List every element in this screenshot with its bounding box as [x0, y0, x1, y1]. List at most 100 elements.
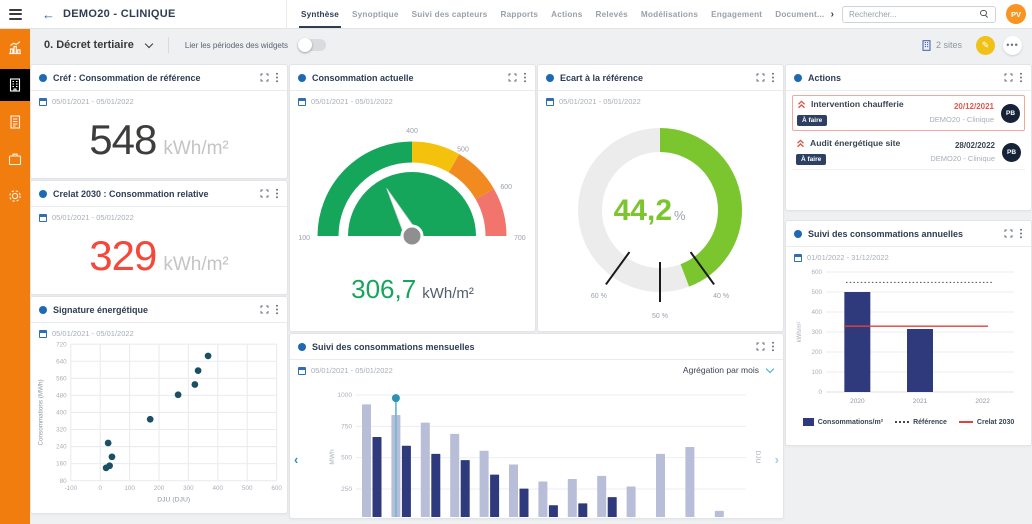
metric-unit: kWh/m² — [163, 138, 228, 160]
svg-text:1000: 1000 — [338, 392, 353, 399]
svg-text:480: 480 — [56, 392, 67, 399]
priority-high-icon — [797, 100, 806, 109]
link-widgets-toggle[interactable] — [298, 39, 326, 51]
search-icon[interactable] — [980, 10, 989, 19]
more-options-button[interactable]: ••• — [1003, 36, 1022, 55]
tab-suivi-des-capteurs[interactable]: Suivi des capteurs — [412, 0, 488, 28]
assignee-avatar[interactable]: PB — [1001, 104, 1020, 123]
metric-value: 548 kWh/m² — [31, 116, 287, 164]
kebab-menu-icon[interactable] — [275, 72, 279, 83]
annual-chart-legend: Consommations/m²RéférenceCrelat 2030 — [786, 418, 1031, 426]
widget-dot-icon — [39, 74, 47, 82]
building-icon — [7, 77, 23, 93]
briefcase-icon — [7, 151, 23, 167]
sidebar-item-settings[interactable] — [0, 180, 30, 212]
legend-swatch-icon — [959, 421, 973, 423]
expand-icon[interactable] — [260, 189, 269, 198]
tab-engagement[interactable]: Engagement — [711, 0, 762, 28]
svg-text:320: 320 — [56, 427, 67, 434]
svg-text:kWh/m²: kWh/m² — [797, 322, 803, 343]
next-period-arrow[interactable]: › — [775, 452, 779, 467]
svg-text:500: 500 — [457, 147, 469, 154]
calendar-icon — [298, 367, 306, 375]
dashboard-selector[interactable]: 0. Décret tertiaire — [44, 39, 134, 51]
building-small-icon — [922, 40, 931, 51]
date-range-picker[interactable]: 05/01/2021 - 05/01/2022 — [31, 207, 287, 224]
card-title: Crelat 2030 : Consommation relative — [53, 189, 254, 199]
svg-text:240: 240 — [56, 444, 67, 451]
kebab-menu-icon[interactable] — [1019, 72, 1023, 83]
expand-icon[interactable] — [508, 73, 517, 82]
expand-icon[interactable] — [1004, 73, 1013, 82]
expand-icon[interactable] — [756, 73, 765, 82]
expand-icon[interactable] — [260, 305, 269, 314]
tab-relev-s[interactable]: Relevés — [596, 0, 628, 28]
gauge-number: 306,7 — [351, 274, 416, 305]
tab-synoptique[interactable]: Synoptique — [352, 0, 399, 28]
tab-document-[interactable]: Document... — [775, 0, 824, 28]
search-input[interactable]: Rechercher... — [842, 6, 996, 23]
card-cref: Créf : Consommation de référence 05/01/2… — [30, 64, 288, 179]
sidebar-item-analytics[interactable] — [0, 32, 30, 64]
chevron-down-icon[interactable] — [145, 40, 153, 48]
expand-icon[interactable] — [1004, 229, 1013, 238]
svg-text:0: 0 — [818, 389, 822, 396]
legend-item: Consommations/m² — [803, 418, 883, 426]
kebab-menu-icon[interactable] — [771, 341, 775, 352]
date-range-picker[interactable]: 05/01/2021 - 05/01/2022 — [538, 91, 783, 108]
expand-icon[interactable] — [756, 342, 765, 351]
svg-text:700: 700 — [514, 235, 526, 242]
user-avatar[interactable]: PV — [1006, 4, 1026, 24]
kebab-menu-icon[interactable] — [275, 304, 279, 315]
widget-dot-icon — [546, 74, 554, 82]
card-ecart-reference: Ecart à la référence 05/01/2021 - 05/01/… — [537, 64, 784, 332]
sidebar-item-sites[interactable] — [0, 69, 30, 101]
legend-item: Crelat 2030 — [959, 419, 1014, 426]
kebab-menu-icon[interactable] — [523, 72, 527, 83]
sidebar-item-reports[interactable] — [0, 106, 30, 138]
svg-text:750: 750 — [341, 423, 352, 430]
action-site: DEMO20 - Clinique — [930, 154, 995, 163]
tab-rapports[interactable]: Rapports — [501, 0, 539, 28]
tabs-overflow-chevron-icon[interactable]: › — [831, 9, 834, 20]
date-range-picker[interactable]: 05/01/2021 - 05/01/2022 — [290, 91, 535, 108]
signature-scatter-chart: -100010020030040050060080160240320400480… — [32, 340, 286, 508]
svg-text:Consommations (MWh): Consommations (MWh) — [37, 379, 44, 445]
svg-text:DJU: DJU — [754, 451, 761, 464]
action-item[interactable]: Intervention chaufferieÀ faire20/12/2021… — [792, 95, 1025, 131]
svg-text:50 %: 50 % — [652, 313, 668, 320]
action-due-date: 28/02/2022 — [930, 141, 995, 150]
sidebar-item-projects[interactable] — [0, 143, 30, 175]
svg-text:500: 500 — [242, 485, 253, 492]
date-range-picker[interactable]: 05/01/2021 - 05/01/2022 — [31, 91, 287, 108]
gauge-value: 306,7 kWh/m² — [290, 274, 535, 305]
hamburger-menu-icon[interactable] — [0, 0, 30, 28]
aggregation-dropdown[interactable]: Agrégation par mois — [683, 365, 773, 375]
tab-mod-lisations[interactable]: Modélisations — [641, 0, 698, 28]
action-title: Audit énergétique site — [810, 138, 900, 148]
back-arrow-icon[interactable]: ← — [42, 8, 55, 21]
search-placeholder: Rechercher... — [849, 10, 897, 19]
monthly-consumption-chart: 2505007501000MWhDJU — [304, 379, 769, 517]
kebab-menu-icon[interactable] — [1019, 228, 1023, 239]
tab-actions[interactable]: Actions — [551, 0, 582, 28]
kebab-menu-icon[interactable] — [771, 72, 775, 83]
date-range-picker[interactable]: 05/01/2021 - 05/01/2022 — [31, 323, 287, 340]
card-crelat: Crelat 2030 : Consommation relative 05/0… — [30, 180, 288, 295]
action-item[interactable]: Audit énergétique site À faire 28/02/2022 D… — [792, 135, 1025, 170]
card-title: Actions — [808, 73, 998, 83]
prev-period-arrow[interactable]: ‹ — [294, 452, 298, 467]
assignee-avatar[interactable]: PB — [1002, 143, 1021, 162]
date-range-picker[interactable]: 01/01/2022 - 31/12/2022 — [786, 247, 1031, 264]
tab-synth-se[interactable]: Synthèse — [301, 0, 339, 28]
svg-text:600: 600 — [271, 485, 282, 492]
sidebar — [0, 28, 30, 524]
svg-text:-100: -100 — [64, 485, 77, 492]
widget-dot-icon — [39, 306, 47, 314]
svg-text:0: 0 — [98, 485, 102, 492]
kebab-menu-icon[interactable] — [275, 188, 279, 199]
edit-dashboard-button[interactable]: ✎ — [976, 36, 995, 55]
widget-dot-icon — [794, 74, 802, 82]
status-badge: À faire — [796, 154, 826, 165]
expand-icon[interactable] — [260, 73, 269, 82]
